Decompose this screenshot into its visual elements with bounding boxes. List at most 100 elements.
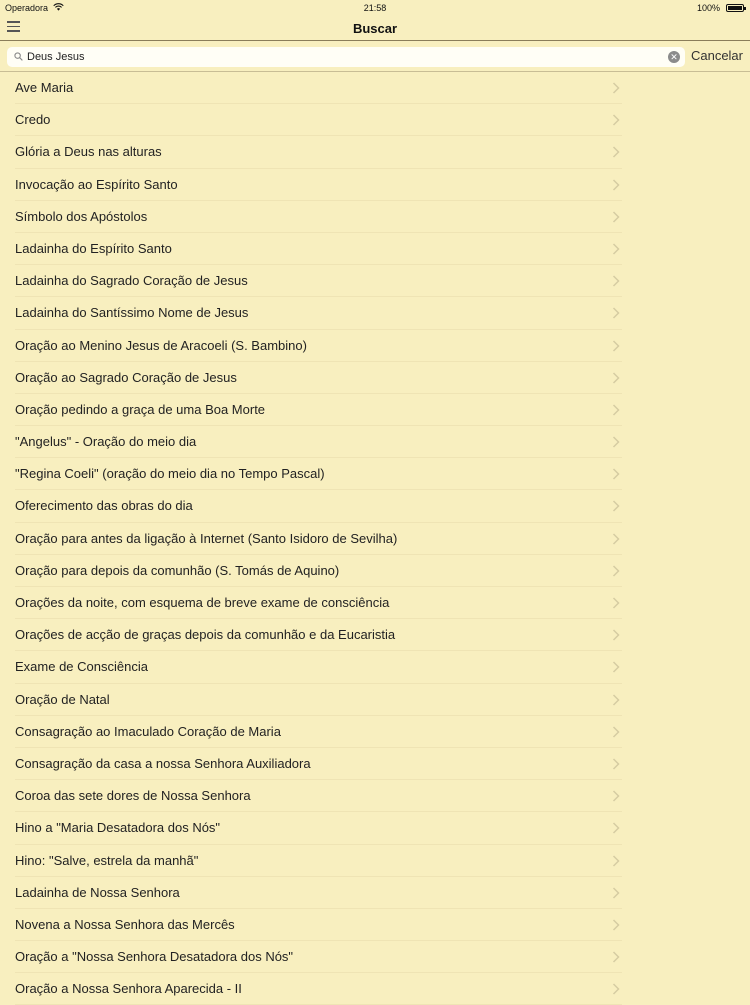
list-item-label: Oração de Natal — [15, 691, 110, 707]
chevron-right-icon — [612, 565, 620, 577]
clear-icon[interactable]: ✕ — [668, 51, 680, 63]
list-item-label: Hino a "Maria Desatadora dos Nós" — [15, 820, 221, 836]
list-item-label: Hino: "Salve, estrela da manhã" — [15, 852, 199, 868]
list-item[interactable]: Ladainha do Sagrado Coração de Jesus — [0, 265, 750, 298]
list-item[interactable]: Novena a Nossa Senhora das Mercês — [0, 909, 750, 942]
list-item-label: Símbolo dos Apóstolos — [15, 208, 148, 224]
chevron-right-icon — [612, 726, 620, 738]
list-item-label: Oração a Nossa Senhora Aparecida - II — [15, 981, 242, 997]
list-item[interactable]: Oração para depois da comunhão (S. Tomás… — [0, 555, 750, 587]
chevron-right-icon — [612, 694, 620, 706]
list-item-label: "Regina Coeli" (oração do meio dia no Te… — [15, 466, 325, 482]
list-item[interactable]: Orações de acção de graças depois da com… — [0, 619, 750, 652]
battery-fill — [728, 6, 742, 10]
battery-icon — [726, 4, 746, 12]
list-item-label: Consagração ao Imaculado Coração de Mari… — [15, 723, 281, 739]
chevron-right-icon — [612, 82, 620, 94]
list-item[interactable]: Ave Maria — [0, 72, 750, 105]
list-item[interactable]: Glória a Deus nas alturas — [0, 136, 750, 169]
chevron-right-icon — [612, 629, 620, 641]
chevron-right-icon — [612, 146, 620, 158]
list-item[interactable]: Consagração da casa a nossa Senhora Auxi… — [0, 748, 750, 781]
list-item-label: Consagração da casa a nossa Senhora Auxi… — [15, 755, 311, 771]
battery-percent: 100% — [696, 3, 720, 13]
list-item[interactable]: Hino: "Salve, estrela da manhã" — [0, 845, 750, 877]
list-item[interactable]: Credo — [0, 104, 750, 137]
list-item-label: Oração ao Menino Jesus de Aracoeli (S. B… — [15, 337, 307, 353]
chevron-right-icon — [612, 307, 620, 319]
search-input[interactable] — [27, 49, 647, 65]
chevron-right-icon — [612, 758, 620, 770]
results-list: Ave Maria Credo Glória a Deus nas alturas I… — [0, 72, 750, 1005]
list-item-label: Orações da noite, com esquema de breve e… — [15, 595, 390, 610]
list-item-label: Ladainha de Nossa Senhora — [15, 884, 180, 900]
chevron-right-icon — [612, 468, 620, 480]
list-item[interactable]: "Regina Coeli" (oração do meio dia no Te… — [0, 458, 750, 491]
chevron-right-icon — [612, 372, 620, 384]
list-item-label: Oração pedindo a graça de uma Boa Morte — [15, 401, 266, 417]
list-item-label: Oração ao Sagrado Coração de Jesus — [15, 369, 237, 385]
chevron-right-icon — [612, 854, 620, 867]
list-item[interactable]: Oferecimento das obras do dia — [0, 490, 750, 523]
search-icon — [14, 52, 23, 61]
status-bar: Operadora 21:58 100% — [0, 0, 750, 16]
list-item-label: Glória a Deus nas alturas — [15, 144, 162, 160]
chevron-right-icon — [612, 339, 620, 352]
list-item[interactable]: Orações da noite, com esquema de breve e… — [0, 587, 750, 620]
list-item-label: Oração para antes da ligação à Internet … — [15, 530, 398, 546]
chevron-right-icon — [612, 790, 620, 802]
list-item-label: Oração para depois da comunhão (S. Tomás… — [15, 562, 340, 578]
list-item[interactable]: Exame de Consciência — [0, 651, 750, 684]
search-field-container: ✕ — [7, 47, 685, 67]
list-item-label: Invocação ao Espírito Santo — [15, 176, 178, 192]
list-item[interactable]: Consagração ao Imaculado Coração de Mari… — [0, 716, 750, 748]
list-item-label: Ladainha do Espírito Santo — [15, 240, 172, 256]
list-item-label: Ladainha do Santíssimo Nome de Jesus — [15, 305, 249, 321]
chevron-right-icon — [612, 951, 620, 963]
list-item-label: Oferecimento das obras do dia — [15, 498, 193, 514]
list-item[interactable]: Coroa das sete dores de Nossa Senhora — [0, 780, 750, 813]
list-item[interactable]: Oração ao Menino Jesus de Aracoeli (S. B… — [0, 330, 750, 362]
list-item-label: Ladainha do Sagrado Coração de Jesus — [15, 273, 248, 289]
list-item[interactable]: Ladainha do Santíssimo Nome de Jesus — [0, 297, 750, 330]
chevron-right-icon — [612, 500, 620, 512]
chevron-right-icon — [612, 597, 620, 609]
search-bar: ✕ Cancelar — [0, 41, 750, 72]
list-item[interactable]: Hino a "Maria Desatadora dos Nós" — [0, 812, 750, 845]
list-item-label: Coroa das sete dores de Nossa Senhora — [15, 788, 251, 804]
chevron-right-icon — [612, 436, 620, 448]
list-item[interactable]: Símbolo dos Apóstolos — [0, 201, 750, 233]
list-item[interactable]: Oração ao Sagrado Coração de Jesus — [0, 362, 750, 394]
chevron-right-icon — [612, 211, 620, 223]
list-item[interactable]: Oração para antes da ligação à Internet … — [0, 523, 750, 555]
chevron-right-icon — [612, 919, 620, 931]
cancel-button[interactable]: Cancelar — [691, 48, 743, 63]
list-item-label: Oração a "Nossa Senhora Desatadora dos N… — [15, 949, 294, 965]
list-item[interactable]: Ladainha do Espírito Santo — [0, 233, 750, 266]
chevron-right-icon — [612, 179, 620, 191]
list-item[interactable]: Oração pedindo a graça de uma Boa Morte — [0, 394, 750, 427]
chevron-right-icon — [612, 822, 620, 834]
list-item[interactable]: Oração a "Nossa Senhora Desatadora dos N… — [0, 941, 750, 974]
chevron-right-icon — [612, 114, 620, 126]
clock-label: 21:58 — [363, 3, 387, 13]
page-title: Buscar — [352, 21, 398, 36]
list-item[interactable]: Invocação ao Espírito Santo — [0, 169, 750, 201]
list-item[interactable]: Ladainha de Nossa Senhora — [0, 877, 750, 909]
list-item[interactable]: Oração de Natal — [0, 684, 750, 716]
list-item-label: Credo — [15, 112, 51, 128]
chevron-right-icon — [612, 404, 620, 416]
chevron-right-icon — [612, 243, 620, 255]
chevron-right-icon — [612, 887, 620, 899]
chevron-right-icon — [612, 533, 620, 545]
list-item-label: "Angelus" - Oração do meio dia — [15, 434, 197, 450]
navigation-bar: Buscar — [0, 16, 750, 41]
chevron-right-icon — [612, 661, 620, 673]
list-item[interactable]: "Angelus" - Oração do meio dia — [0, 426, 750, 459]
list-item-label: Exame de Consciência — [15, 659, 148, 675]
list-item[interactable]: Oração a Nossa Senhora Aparecida - II — [0, 973, 750, 1005]
chevron-right-icon — [612, 275, 620, 287]
chevron-right-icon — [612, 983, 620, 995]
list-item-label: Novena a Nossa Senhora das Mercês — [15, 916, 235, 932]
list-item-label: Ave Maria — [15, 80, 74, 95]
